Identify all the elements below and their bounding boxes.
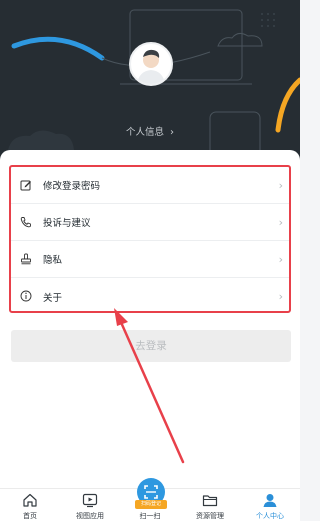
info-icon bbox=[20, 290, 32, 302]
tab-resources[interactable]: 资源管理 bbox=[180, 489, 240, 521]
tab-view-apps[interactable]: 视图应用 bbox=[60, 489, 120, 521]
tab-label: 视图应用 bbox=[76, 512, 104, 520]
tab-label: 资源管理 bbox=[196, 512, 224, 520]
chevron-right-icon: › bbox=[278, 215, 283, 229]
menu-item-label: 隐私 bbox=[43, 255, 63, 266]
menu-item-label: 投诉与建议 bbox=[43, 218, 91, 229]
profile-info-link[interactable]: 个人信息 › bbox=[0, 124, 300, 138]
home-icon bbox=[23, 493, 37, 507]
chevron-right-icon: › bbox=[278, 252, 283, 266]
chevron-right-icon: › bbox=[278, 178, 283, 192]
phone-icon bbox=[20, 217, 31, 228]
stamp-icon bbox=[21, 253, 31, 265]
menu-item-label: 关于 bbox=[43, 292, 63, 304]
chevron-right-icon: › bbox=[170, 127, 174, 138]
tab-label: 扫一扫 bbox=[139, 512, 161, 520]
menu-item-label: 修改登录密码 bbox=[43, 181, 101, 192]
login-button[interactable]: 去登录 bbox=[11, 330, 291, 362]
settings-menu: 修改登录密码 › 投诉与建议 › 隐私 › 关于 › bbox=[9, 165, 291, 313]
avatar-person-icon bbox=[137, 49, 165, 84]
video-icon bbox=[82, 493, 98, 508]
menu-item-privacy[interactable]: 隐私 › bbox=[11, 241, 289, 278]
scan-badge: 扫码登记 bbox=[135, 500, 167, 509]
profile-info-label: 个人信息 bbox=[125, 127, 164, 138]
menu-item-about[interactable]: 关于 › bbox=[11, 278, 289, 315]
chevron-right-icon: › bbox=[278, 290, 283, 303]
tab-label: 首页 bbox=[23, 512, 37, 520]
profile-header: 个人信息 › bbox=[0, 0, 300, 160]
tab-profile[interactable]: 个人中心 bbox=[240, 489, 300, 521]
tab-label: 个人中心 bbox=[256, 512, 284, 520]
edit-icon bbox=[20, 180, 31, 191]
menu-item-feedback[interactable]: 投诉与建议 › bbox=[11, 204, 289, 241]
tab-home[interactable]: 首页 bbox=[0, 489, 60, 521]
avatar[interactable] bbox=[129, 42, 173, 86]
folder-icon bbox=[202, 495, 218, 507]
person-icon bbox=[263, 494, 277, 507]
menu-item-change-password[interactable]: 修改登录密码 › bbox=[11, 167, 289, 204]
